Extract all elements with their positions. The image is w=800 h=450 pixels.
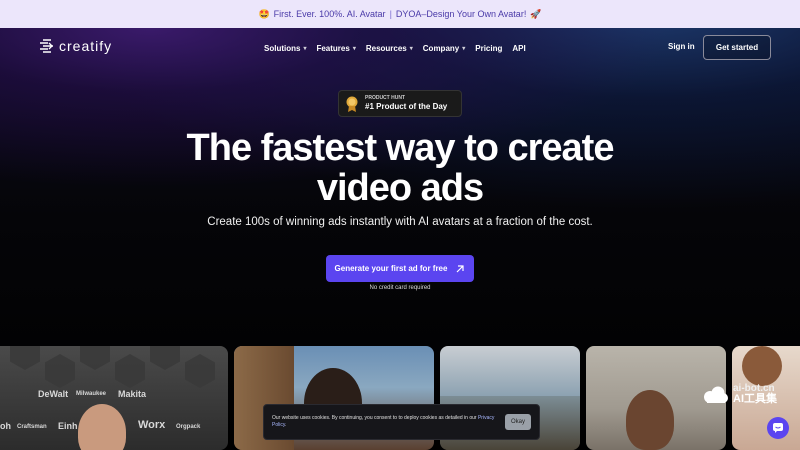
presenter-image xyxy=(742,346,782,386)
main-menu: Solutions ▾ Features ▾ Resources ▾ Company ▾ Pri… xyxy=(264,41,526,55)
brand-label: Milwaukee xyxy=(76,391,107,397)
nav-item-api[interactable]: API xyxy=(512,44,525,53)
hexagon-decoration xyxy=(185,354,215,388)
brand-label: Orgpack xyxy=(176,424,201,430)
nav-item-label: Features xyxy=(316,43,350,53)
badge-small-text: PRODUCT HUNT xyxy=(365,95,405,101)
arrow-up-right-icon xyxy=(457,264,465,272)
hexagon-decoration xyxy=(115,354,145,388)
get-started-button[interactable]: Get started xyxy=(703,35,771,60)
headline-line-1: The fastest way to create xyxy=(186,127,615,169)
presenter-image xyxy=(78,404,126,450)
logo[interactable]: creatify xyxy=(38,38,112,54)
announcement-text: First. Ever. 100%. AI. Avatar xyxy=(273,9,386,19)
presenter-image xyxy=(626,390,674,450)
creatify-logo-icon xyxy=(40,39,53,53)
hero-headline: The fastest way to create video ads xyxy=(0,128,800,208)
headline-line-2: video ads xyxy=(316,167,484,209)
nav-item-pricing[interactable]: Pricing xyxy=(475,44,502,53)
product-hunt-badge[interactable]: PRODUCT HUNT #1 Product of the Day xyxy=(338,90,462,117)
signin-link[interactable]: Sign in xyxy=(668,42,695,51)
generate-ad-button[interactable]: Generate your first ad for free xyxy=(326,255,474,282)
brand-label: DeWalt xyxy=(38,389,69,399)
announcement-link[interactable]: DYOA–Design Your Own Avatar! xyxy=(396,9,526,19)
cookie-banner: Our website uses cookies. By continuing,… xyxy=(263,404,540,440)
brand-label: Craftsman xyxy=(17,424,47,430)
chevron-down-icon: ▾ xyxy=(303,45,307,52)
cta-label: Generate your first ad for free xyxy=(334,264,448,273)
brand-label: Makita xyxy=(118,389,147,399)
badge-title: #1 Product of the Day xyxy=(365,102,448,111)
cookie-okay-button[interactable]: Okay xyxy=(505,414,531,430)
chevron-down-icon: ▾ xyxy=(462,45,466,52)
nav-item-label: Pricing xyxy=(475,43,503,53)
watermark: ai-bot.cn AI工具集 xyxy=(701,384,777,405)
rocket-emoji: 🚀 xyxy=(530,8,542,19)
brand-label: Worx xyxy=(138,419,166,431)
announcement-separator: | xyxy=(389,9,392,19)
nav-item-label: Company xyxy=(422,43,460,53)
hexagon-decoration xyxy=(150,346,180,370)
nav-item-label: Resources xyxy=(365,43,407,53)
cloud-logo-icon xyxy=(701,386,729,404)
chevron-down-icon: ▾ xyxy=(352,45,356,52)
cookie-period: . xyxy=(284,422,287,428)
star-struck-emoji: 🤩 xyxy=(258,8,270,19)
cookie-text: Our website uses cookies. By continuing,… xyxy=(272,415,495,429)
nav-item-label: API xyxy=(512,43,526,53)
brand-label: Einh xyxy=(58,421,78,431)
nav-item-company[interactable]: Company ▾ xyxy=(423,44,465,53)
chevron-down-icon: ▾ xyxy=(409,45,413,52)
video-card-tools[interactable]: DeWalt Milwaukee Makita Craftsman Einh W… xyxy=(0,346,228,450)
hero-subtitle: Create 100s of winning ads instantly wit… xyxy=(207,216,593,228)
hexagon-decoration xyxy=(45,354,75,388)
no-credit-card-note: No credit card required xyxy=(369,285,431,291)
hexagon-decoration xyxy=(10,346,40,370)
logo-text: creatify xyxy=(59,38,113,54)
watermark-name: AI工具集 xyxy=(733,393,777,405)
nav-item-resources[interactable]: Resources ▾ xyxy=(366,44,413,53)
hexagon-decoration xyxy=(80,346,110,370)
medal-icon xyxy=(345,95,359,113)
cookie-message: Our website uses cookies. By continuing,… xyxy=(272,415,477,421)
announcement-bar[interactable]: 🤩 First. Ever. 100%. AI. Avatar | DYOA–D… xyxy=(0,0,800,28)
chat-bubble-icon xyxy=(773,423,783,433)
nav-item-label: Solutions xyxy=(264,43,301,53)
nav-item-solutions[interactable]: Solutions ▾ xyxy=(264,44,306,53)
nav-item-features[interactable]: Features ▾ xyxy=(316,44,355,53)
chat-support-button[interactable] xyxy=(767,417,789,439)
brand-label: oh xyxy=(0,421,11,431)
